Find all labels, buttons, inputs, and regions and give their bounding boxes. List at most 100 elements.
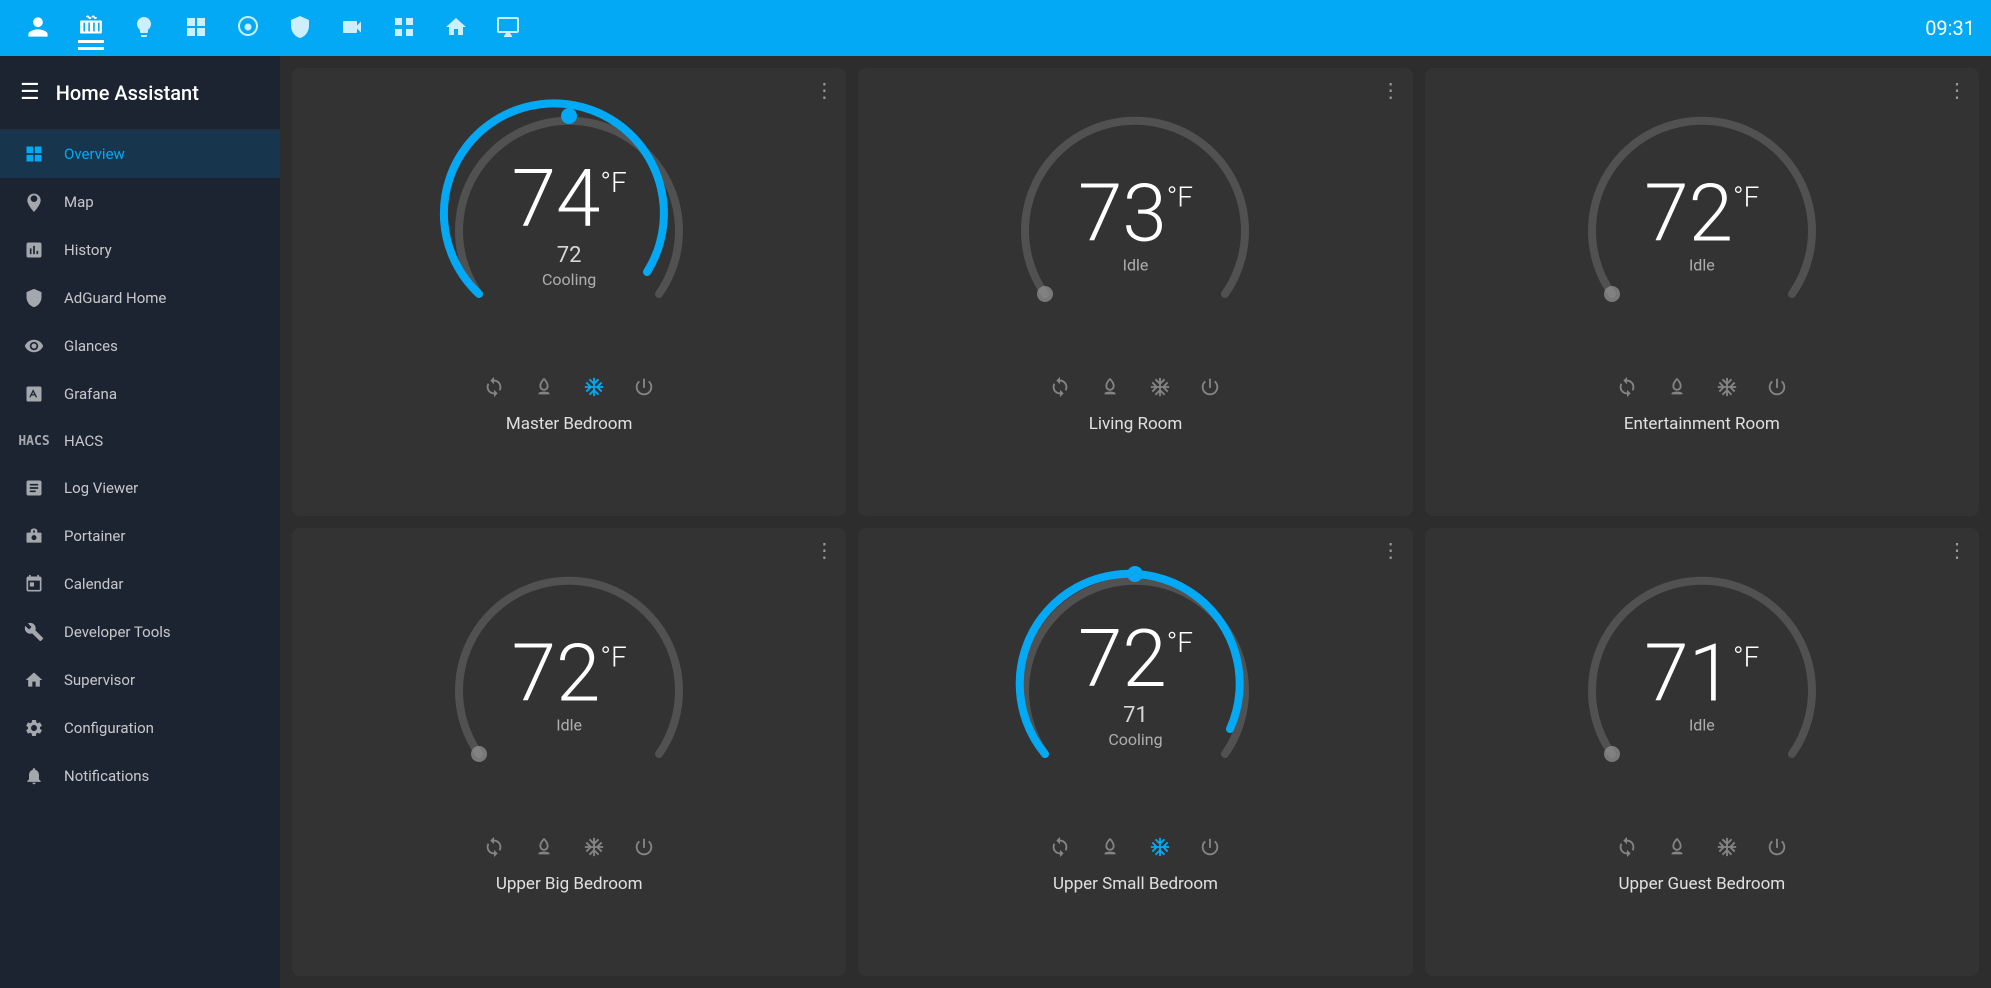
- card-name: Upper Small Bedroom: [1053, 874, 1218, 894]
- card-menu-button[interactable]: ⋮: [814, 80, 834, 100]
- sidebar-item-label: Map: [64, 193, 94, 211]
- heat-icon[interactable]: [1099, 376, 1121, 404]
- thermostat-card-master-bedroom: ⋮ 74 °F 72 Cooling: [292, 68, 846, 516]
- power-icon[interactable]: [633, 836, 655, 864]
- heat-icon[interactable]: [1666, 836, 1688, 864]
- card-menu-button[interactable]: ⋮: [1381, 80, 1401, 100]
- thermostat-dial[interactable]: 71 °F Idle: [1572, 554, 1832, 814]
- sidebar-item-portainer[interactable]: Portainer: [0, 512, 280, 560]
- hacs-icon: HACS: [20, 434, 48, 449]
- thermostat-dial[interactable]: 72 °F 71 Cooling: [1005, 554, 1265, 814]
- panel-icon[interactable]: [184, 15, 208, 41]
- map-icon: [20, 192, 48, 212]
- sidebar-item-label: Calendar: [64, 575, 124, 593]
- sidebar-item-overview[interactable]: Overview: [0, 130, 280, 178]
- heat-icon[interactable]: [1666, 376, 1688, 404]
- heat-icon[interactable]: [533, 376, 555, 404]
- card-name: Master Bedroom: [506, 414, 633, 434]
- cool-icon[interactable]: [1149, 836, 1171, 864]
- camera-face-icon[interactable]: [236, 15, 260, 41]
- thermostat-dial[interactable]: 72 °F Idle: [439, 554, 699, 814]
- sidebar-item-label: Log Viewer: [64, 479, 138, 497]
- power-icon[interactable]: [1199, 376, 1221, 404]
- card-name: Living Room: [1089, 414, 1183, 434]
- dial-text: 72 °F 71 Cooling: [1078, 619, 1193, 749]
- thermostat-dial[interactable]: 73 °F Idle: [1005, 94, 1265, 354]
- thermostat-card-upper-small-bedroom: ⋮ 72 °F 71 Cooling: [858, 528, 1412, 976]
- control-icons: [1616, 836, 1788, 864]
- control-icons: [1049, 836, 1221, 864]
- sidebar-item-devtools[interactable]: Developer Tools: [0, 608, 280, 656]
- home-icon[interactable]: [444, 15, 468, 41]
- sidebar: ☰ Home Assistant Overview Map History: [0, 56, 280, 988]
- grid-view-icon[interactable]: [392, 15, 416, 41]
- dial-text: 74 °F 72 Cooling: [512, 159, 627, 289]
- sidebar-item-label: Grafana: [64, 385, 117, 403]
- power-icon[interactable]: [1199, 836, 1221, 864]
- cool-icon[interactable]: [583, 376, 605, 404]
- card-name: Entertainment Room: [1624, 414, 1780, 434]
- card-name: Upper Guest Bedroom: [1618, 874, 1785, 894]
- power-icon[interactable]: [633, 376, 655, 404]
- thermostat-dial[interactable]: 72 °F Idle: [1572, 94, 1832, 354]
- thermostat-card-living-room: ⋮ 73 °F Idle: [858, 68, 1412, 516]
- sidebar-item-history[interactable]: History: [0, 226, 280, 274]
- radiator-icon[interactable]: [78, 14, 104, 43]
- card-menu-button[interactable]: ⋮: [1947, 80, 1967, 100]
- video-icon[interactable]: [340, 15, 364, 41]
- refresh-icon[interactable]: [483, 376, 505, 404]
- sidebar-item-adguard[interactable]: AdGuard Home: [0, 274, 280, 322]
- sidebar-item-grafana[interactable]: Grafana: [0, 370, 280, 418]
- sidebar-item-calendar[interactable]: Calendar: [0, 560, 280, 608]
- shield-icon[interactable]: [288, 15, 312, 41]
- adguard-icon: [20, 288, 48, 308]
- monitor-icon[interactable]: [496, 15, 520, 41]
- sidebar-item-configuration[interactable]: Configuration: [0, 704, 280, 752]
- menu-button[interactable]: ☰: [20, 80, 40, 105]
- power-icon[interactable]: [1766, 836, 1788, 864]
- sidebar-item-label: Notifications: [64, 767, 149, 785]
- cool-icon[interactable]: [1149, 376, 1171, 404]
- thermostat-card-upper-guest-bedroom: ⋮ 71 °F Idle: [1425, 528, 1979, 976]
- person-icon[interactable]: [26, 15, 50, 41]
- thermostat-card-upper-big-bedroom: ⋮ 72 °F Idle: [292, 528, 846, 976]
- heat-icon[interactable]: [1099, 836, 1121, 864]
- dial-text: 71 °F Idle: [1644, 634, 1759, 735]
- sidebar-item-map[interactable]: Map: [0, 178, 280, 226]
- dial-text: 73 °F Idle: [1078, 174, 1193, 275]
- grafana-icon: [20, 384, 48, 404]
- cool-icon[interactable]: [1716, 376, 1738, 404]
- history-icon: [20, 240, 48, 260]
- refresh-icon[interactable]: [483, 836, 505, 864]
- refresh-icon[interactable]: [1049, 376, 1071, 404]
- refresh-icon[interactable]: [1616, 836, 1638, 864]
- refresh-icon[interactable]: [1049, 836, 1071, 864]
- sidebar-item-hacs[interactable]: HACS HACS: [0, 418, 280, 464]
- lightbulb-icon[interactable]: [132, 15, 156, 41]
- refresh-icon[interactable]: [1616, 376, 1638, 404]
- sidebar-item-supervisor[interactable]: Supervisor: [0, 656, 280, 704]
- dial-text: 72 °F Idle: [512, 634, 627, 735]
- clock: 09:31: [1925, 16, 1975, 40]
- cool-icon[interactable]: [583, 836, 605, 864]
- sidebar-item-notifications[interactable]: Notifications: [0, 752, 280, 800]
- sidebar-item-label: Configuration: [64, 719, 154, 737]
- sidebar-item-label: Overview: [64, 145, 125, 163]
- heat-icon[interactable]: [533, 836, 555, 864]
- overview-icon: [20, 144, 48, 164]
- sidebar-item-label: Developer Tools: [64, 623, 171, 641]
- cool-icon[interactable]: [1716, 836, 1738, 864]
- control-icons: [1616, 376, 1788, 404]
- sidebar-item-glances[interactable]: Glances: [0, 322, 280, 370]
- sidebar-item-label: AdGuard Home: [64, 289, 166, 307]
- sidebar-item-label: Glances: [64, 337, 118, 355]
- card-menu-button[interactable]: ⋮: [814, 540, 834, 560]
- card-menu-button[interactable]: ⋮: [1947, 540, 1967, 560]
- thermostat-dial[interactable]: 74 °F 72 Cooling: [439, 94, 699, 354]
- power-icon[interactable]: [1766, 376, 1788, 404]
- sidebar-item-label: HACS: [64, 432, 103, 450]
- content-area: ⋮ 74 °F 72 Cooling: [280, 56, 1991, 988]
- sidebar-item-logviewer[interactable]: Log Viewer: [0, 464, 280, 512]
- card-name: Upper Big Bedroom: [496, 874, 643, 894]
- card-menu-button[interactable]: ⋮: [1381, 540, 1401, 560]
